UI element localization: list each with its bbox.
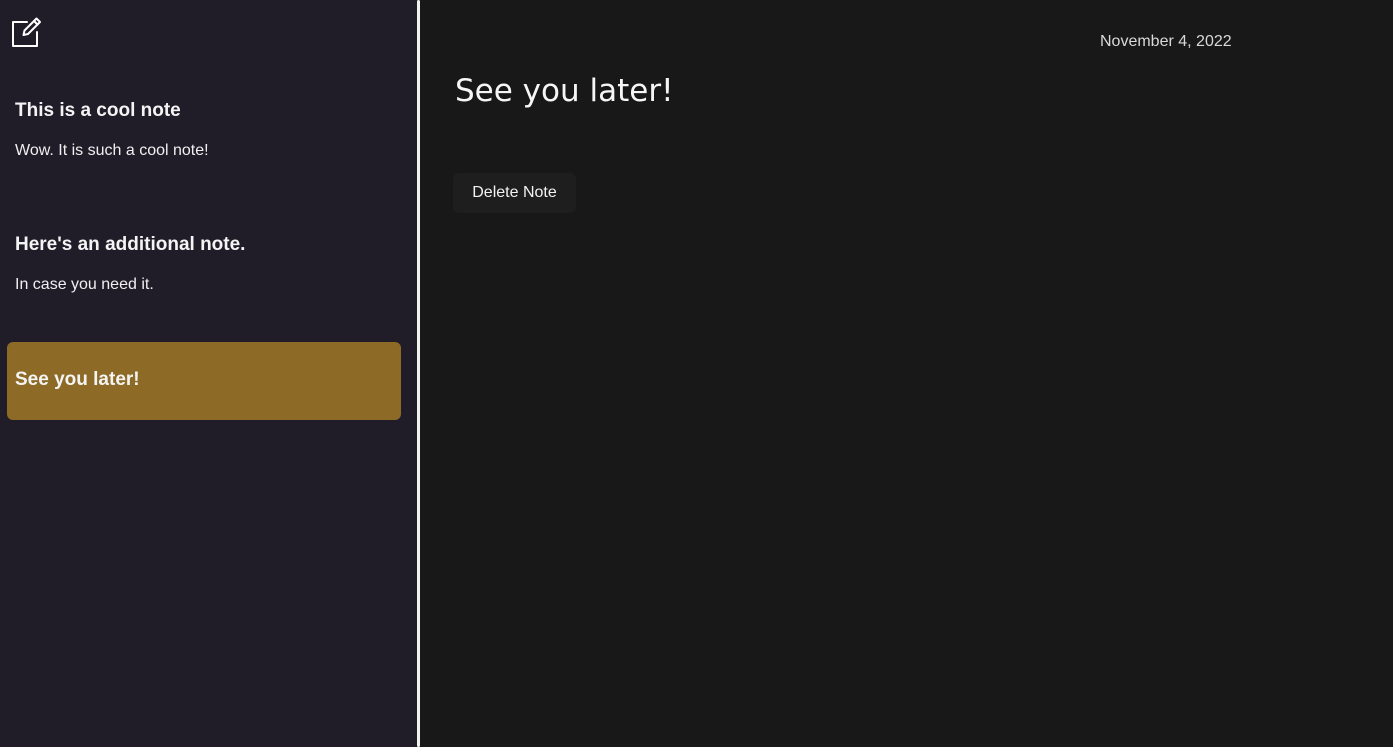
note-list-item[interactable]: Here's an additional note. In case you n… [7, 210, 401, 342]
note-editor: November 4, 2022 See you later! Delete N… [420, 0, 1393, 747]
note-title: See you later! [15, 369, 140, 390]
edit-square-icon [12, 17, 41, 47]
note-preview: Wow. It is such a cool note! [15, 142, 209, 159]
delete-note-button[interactable]: Delete Note [453, 173, 576, 213]
note-list-item-selected[interactable]: See you later! [7, 342, 401, 420]
note-preview: In case you need it. [15, 276, 154, 293]
note-list-item[interactable]: This is a cool note Wow. It is such a co… [7, 76, 401, 210]
note-heading[interactable]: See you later! [455, 70, 674, 112]
note-list: This is a cool note Wow. It is such a co… [7, 76, 401, 420]
notes-app: This is a cool note Wow. It is such a co… [0, 0, 1393, 747]
note-title: Here's an additional note. [15, 234, 246, 255]
note-date: November 4, 2022 [1100, 33, 1232, 50]
note-title: This is a cool note [15, 100, 181, 121]
new-note-button[interactable] [10, 16, 42, 48]
sidebar: This is a cool note Wow. It is such a co… [0, 0, 417, 747]
